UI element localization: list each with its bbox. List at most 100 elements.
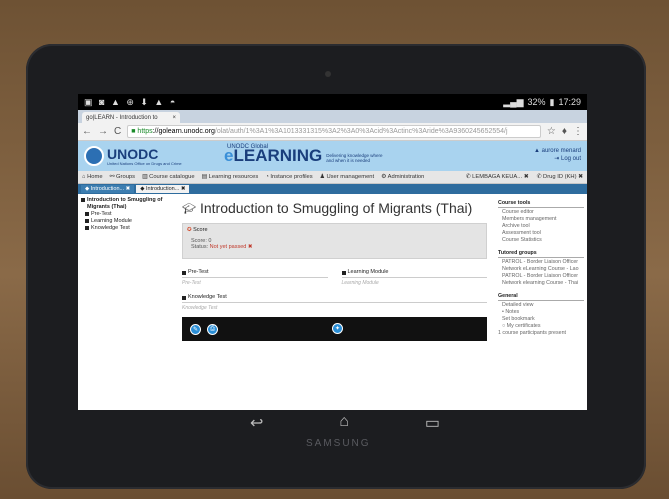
status-label: Status: [191,244,209,250]
course-sidebar: Course tools Course editor Members manag… [495,194,587,396]
close-tab-icon[interactable]: × [172,115,176,121]
course-menu: Introduction to Smuggling of Migrants (T… [78,194,166,396]
site-banner: UNODC United Nations Office on Drugs and… [78,141,587,171]
page-title: 🎓︎ Introduction to Smuggling of Migrants… [182,200,487,216]
tool-assessment[interactable]: Assessment tool [498,230,584,237]
edit-icon[interactable]: ✎ [190,323,201,335]
browser-tab[interactable]: go|LEARN - Introduction to × [82,112,180,123]
android-softkeys: ↩ ⌂ ▭ [250,413,440,433]
status-line: Status: Not yet passed ✖ [187,244,482,250]
camera-lens [325,71,331,77]
test-icon [85,212,89,216]
open-tab-drug-id[interactable]: ✆ Drug ID (KH) ✖ [537,174,583,180]
clock: 17:29 [558,97,581,107]
course-menu-root[interactable]: Introduction to Smuggling of Migrants (T… [81,197,163,211]
logout-link[interactable]: ⇥ Log out [534,155,581,163]
tool-course-statistics[interactable]: Course Statistics [498,237,584,244]
nav-user-management[interactable]: ♟ User management [320,174,375,180]
tutored-groups-heading: Tutored groups [498,250,584,258]
tutored-groups-section: Tutored groups PATROL - Border Liaison O… [498,250,584,287]
microphone-icon[interactable]: ♦ [562,126,567,137]
group-link[interactable]: PATROL - Border Liaison Officer [498,273,584,280]
nav-home[interactable]: ⌂ Home [82,174,103,180]
test-icon [182,270,186,275]
nav-instance-profiles[interactable]: ◔ Instance profiles [265,174,312,180]
back-key-icon[interactable]: ↩ [250,413,263,433]
home-key-icon[interactable]: ⌂ [339,413,349,433]
address-bar[interactable]: ■ https ://golearn.unodc.org /olat/auth/… [127,125,541,138]
elearning-tagline: Delivering knowledge where and when it i… [326,153,383,163]
card-subtitle: Learning Module [341,280,379,286]
nav-administration[interactable]: ⚙ Administration [381,174,424,180]
group-link[interactable]: Network elearning Course - Thai [498,280,584,287]
status-right: ▂▄▆ 32% ▮ 17:29 [503,97,581,108]
browser-tab-strip: go|LEARN - Introduction to × [78,110,587,123]
print-icon[interactable]: ⎙ [207,323,218,335]
course-tools-heading: Course tools [498,200,584,208]
menu-item-learning-module[interactable]: Learning Module [81,218,163,225]
group-link[interactable]: PATROL - Border Liaison Officer [498,259,584,266]
course-tab[interactable]: ◆ Introduction... ✖ [81,185,135,193]
android-status-bar: ▣ ◙ ▲ ⊕ ⬇ ▲ ◓ ▂▄▆ 32% ▮ 17:29 [78,94,587,110]
reload-icon[interactable]: C [114,126,121,137]
card-subtitle: Knowledge Test [182,305,218,311]
set-bookmark-link[interactable]: Set bookmark [498,316,584,323]
user-name[interactable]: ▲ aurore menard [534,147,581,155]
tab-title: go|LEARN - Introduction to [86,114,158,121]
card-title: Knowledge Test [188,294,227,300]
url-host: ://golearn.unodc.org [152,128,215,135]
browser-toolbar: ← → C ■ https ://golearn.unodc.org /olat… [78,123,587,141]
my-certificates-link[interactable]: ○ My certificates [498,323,584,330]
element-card-pre-test[interactable]: Pre-Test Pre-Test [182,267,328,286]
menu-item-pre-test[interactable]: Pre-Test [81,211,163,218]
open-tab-lembaga[interactable]: ✆ LEMBAGA KEUA... ✖ [466,174,529,180]
tool-members-management[interactable]: Members management [498,216,584,223]
battery-level: 32% [527,97,546,107]
tool-course-editor[interactable]: Course editor [498,209,584,216]
course-tab-active[interactable]: ◆ Introduction... ✖ [136,185,190,193]
test-icon [85,226,89,230]
course-main: 🎓︎ Introduction to Smuggling of Migrants… [166,194,495,396]
menu-item-label: Pre-Test [91,211,112,217]
score-heading-text: Score [193,227,208,233]
recent-apps-key-icon[interactable]: ▭ [425,413,440,433]
nav-learning-resources[interactable]: ▤ Learning resources [202,174,259,180]
url-scheme: https [137,128,153,135]
general-section: General Detailed view • Notes Set bookma… [498,293,584,337]
menu-item-label: Learning Module [91,218,132,224]
tablet-screen: ▣ ◙ ▲ ⊕ ⬇ ▲ ◓ ▂▄▆ 32% ▮ 17:29 go|LEARN -… [78,94,587,410]
card-title: Pre-Test [188,269,209,275]
course-icon [81,198,85,202]
global-label: UNODC Global [227,144,269,150]
notes-link[interactable]: • Notes [498,309,584,316]
tool-archive[interactable]: Archive tool [498,223,584,230]
back-icon[interactable]: ← [82,126,92,137]
battery-icon: ▮ [549,96,555,107]
course-tab-bar: ◆ Introduction... ✖ ◆ Introduction... ✖ [78,184,587,194]
nav-groups[interactable]: ⚯ Groups [110,174,135,180]
forward-icon[interactable]: → [98,126,108,137]
bookmark-star-icon[interactable]: ☆ [547,126,556,137]
element-card-knowledge-test[interactable]: Knowledge Test Knowledge Test [182,292,487,311]
course-toolbar: ✎ ⎙ ✦ [182,317,487,341]
un-emblem-icon [84,146,104,166]
url-path: /olat/auth/1%3A1%3A1013331315%3A2%3A0%3A… [214,128,508,135]
element-card-learning-module[interactable]: Learning Module Learning Module [341,267,487,286]
org-subtitle: United Nations Office on Drugs and Crime [107,160,182,166]
menu-icon[interactable]: ⋮ [573,126,583,137]
group-link[interactable]: Network eLearning Course - Lao [498,266,584,273]
course-menu-root-label: Introduction to Smuggling of Migrants (T… [87,197,163,210]
nav-course-catalogue[interactable]: ▥ Course catalogue [142,174,195,180]
main-navigation: ⌂ Home ⚯ Groups ▥ Course catalogue ▤ Lea… [78,171,587,184]
unodc-logo[interactable]: UNODC United Nations Office on Drugs and… [84,146,204,166]
module-icon [341,270,346,275]
signal-icon: ▂▄▆ [503,96,524,107]
score-heading: ✪ Score [187,227,482,233]
menu-item-knowledge-test[interactable]: Knowledge Test [81,225,163,232]
content-area: Introduction to Smuggling of Migrants (T… [78,194,587,396]
navigation-icon[interactable]: ✦ [332,323,343,334]
score-panel: ✪ Score Score: 0 Status: Not yet passed … [182,223,487,259]
detailed-view-link[interactable]: Detailed view [498,302,584,309]
ribbon-icon: ✪ [187,227,192,233]
status-value: Not yet passed [209,244,247,250]
